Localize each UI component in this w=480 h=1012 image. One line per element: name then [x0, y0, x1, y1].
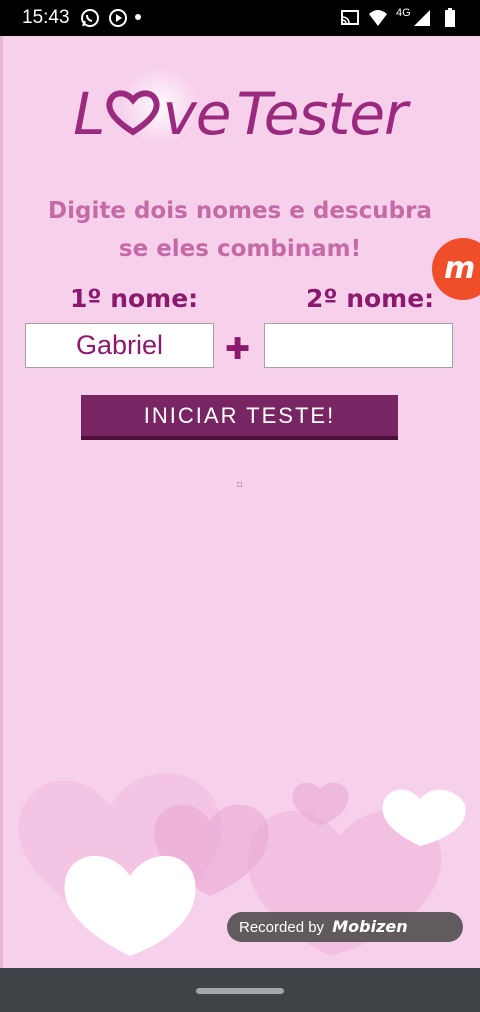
- recorded-by-overlay: Recorded by Mobizen: [227, 912, 463, 942]
- play-icon: [109, 9, 127, 27]
- second-name-input[interactable]: [264, 323, 453, 368]
- status-bar: 15:43 4G: [0, 0, 480, 36]
- logo-word-ve: ve: [162, 79, 231, 148]
- mobizen-bubble-button[interactable]: m: [432, 238, 480, 300]
- loading-indicator: [237, 482, 242, 487]
- battery-icon: [445, 8, 455, 27]
- notification-dot: [135, 14, 141, 20]
- second-name-label: 2º nome:: [306, 284, 435, 313]
- recorded-by-label: Recorded by: [239, 919, 325, 936]
- cast-icon: [341, 10, 359, 25]
- first-name-input[interactable]: [25, 323, 214, 368]
- navigation-bar: [0, 968, 480, 1012]
- app-logo: L ve Tester: [0, 76, 480, 148]
- wifi-icon: [369, 10, 387, 26]
- first-name-label: 1º nome:: [70, 284, 199, 313]
- network-type: 4G: [396, 7, 411, 19]
- app-screen: L ve Tester Digite dois nomes e descubra …: [0, 36, 480, 968]
- mobizen-brand-label: Mobizen: [332, 917, 408, 936]
- home-gesture-pill[interactable]: [196, 988, 284, 994]
- signal-icon: [414, 10, 430, 26]
- plus-icon: ✚: [225, 332, 251, 367]
- heart-logo-icon: [106, 90, 161, 136]
- whatsapp-icon: [81, 9, 99, 27]
- logo-letter-l: L: [73, 79, 105, 148]
- start-test-button[interactable]: INICIAR TESTE!: [81, 395, 398, 440]
- logo-word-tester: Tester: [236, 79, 407, 148]
- app-subtitle: Digite dois nomes e descubra se eles com…: [48, 198, 432, 262]
- status-time: 15:43: [22, 7, 70, 28]
